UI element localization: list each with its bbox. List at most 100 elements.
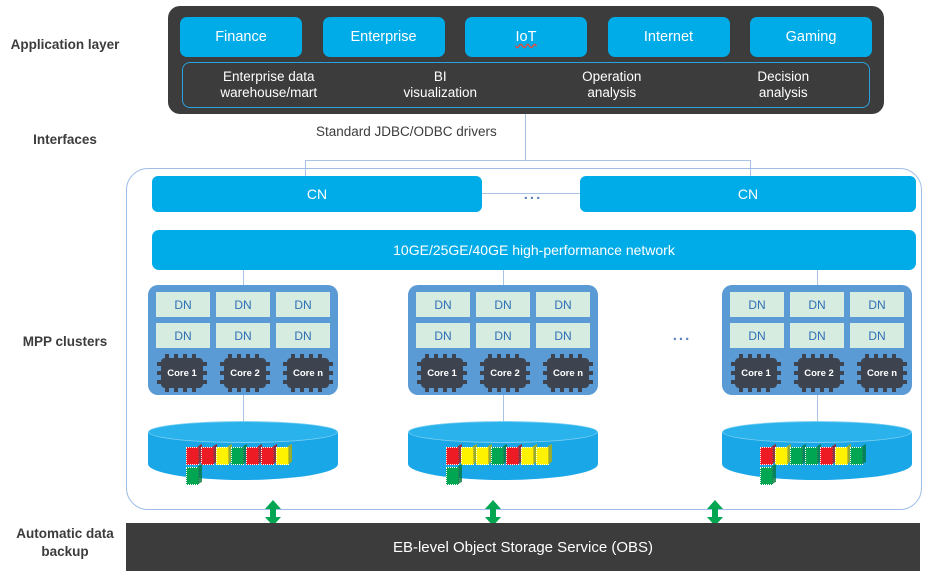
coordinator-node-ellipsis-text: ...: [523, 186, 543, 203]
dn-node[interactable]: DN: [536, 292, 590, 317]
domain-chip-gaming[interactable]: Gaming: [750, 17, 872, 57]
cpu-chip-icon[interactable]: Core 1: [731, 354, 781, 392]
high-performance-network-bar[interactable]: 10GE/25GE/40GE high-performance network: [152, 230, 916, 270]
dn-node[interactable]: DN: [476, 323, 530, 348]
cpu-chip-label-wrap: Core 2: [484, 358, 526, 388]
function-cell-enterprise-data-warehouse[interactable]: Enterprise data warehouse/mart: [183, 69, 355, 101]
dn-node[interactable]: DN: [730, 323, 784, 348]
cpu-chip-label: Core n: [866, 367, 898, 379]
node-group-3-dn-grid: DN DN DN DN DN DN: [730, 292, 904, 348]
object-storage-service-bar[interactable]: EB-level Object Storage Service (OBS): [126, 523, 920, 571]
coordinator-node-right-label: CN: [737, 186, 759, 202]
cpu-chip-label-wrap: Core n: [287, 358, 329, 388]
storage-data-block: [246, 447, 259, 465]
domain-chip-enterprise[interactable]: Enterprise: [322, 17, 445, 57]
node-group-ellipsis: ...: [662, 327, 702, 344]
function-cell-bi-visualization[interactable]: BI visualization: [355, 69, 527, 101]
function-cell-decision-analysis-line1: Decision: [757, 69, 810, 84]
storage-data-block: [850, 447, 863, 465]
node-group-1-core-row: Core 1 Core 2 Core n: [157, 354, 333, 392]
application-layer-panel: Finance Enterprise IoT Internet Gaming E…: [168, 6, 884, 114]
cpu-chip-icon[interactable]: Core 1: [417, 354, 467, 392]
function-cell-enterprise-data-warehouse-line2: warehouse/mart: [220, 85, 318, 100]
dn-node-label: DN: [868, 297, 886, 312]
dn-node-label: DN: [174, 297, 192, 312]
function-cell-enterprise-data-warehouse-line1: Enterprise data: [222, 69, 315, 84]
node-group-3: DN DN DN DN DN DN Core 1 Core 2 Core n: [722, 285, 912, 395]
dn-node-label: DN: [434, 297, 452, 312]
node-group-2-core-row: Core 1 Core 2 Core n: [417, 354, 593, 392]
database-cylinder-1[interactable]: [148, 421, 338, 491]
database-cylinder-2[interactable]: [408, 421, 598, 491]
domain-chip-finance[interactable]: Finance: [180, 17, 302, 57]
database-cylinder-3[interactable]: [722, 421, 912, 491]
dn-node[interactable]: DN: [416, 292, 470, 317]
coordinator-node-ellipsis: ...: [505, 186, 561, 203]
dn-node[interactable]: DN: [276, 292, 330, 317]
dn-node[interactable]: DN: [216, 292, 270, 317]
dn-node[interactable]: DN: [536, 323, 590, 348]
domain-chip-iot[interactable]: IoT: [465, 17, 587, 57]
coordinator-node-right[interactable]: CN: [580, 176, 916, 212]
dn-node-label: DN: [434, 328, 452, 343]
cpu-chip-icon[interactable]: Core n: [543, 354, 593, 392]
high-performance-network-label: 10GE/25GE/40GE high-performance network: [393, 242, 675, 258]
row-label-interfaces-text: Interfaces: [33, 132, 97, 147]
dn-node[interactable]: DN: [156, 323, 210, 348]
dn-node[interactable]: DN: [416, 323, 470, 348]
dn-node-label: DN: [554, 297, 572, 312]
row-label-interfaces: Interfaces: [0, 131, 130, 149]
cpu-chip-icon[interactable]: Core 2: [220, 354, 270, 392]
function-cell-bi-visualization-line1: BI: [433, 69, 447, 84]
cpu-chip-icon[interactable]: Core n: [857, 354, 907, 392]
application-function-row: Enterprise data warehouse/mart BI visual…: [182, 62, 870, 108]
cpu-chip-label-wrap: Core 2: [224, 358, 266, 388]
coordinator-node-left[interactable]: CN: [152, 176, 482, 212]
cpu-chip-label: Core 2: [804, 367, 834, 379]
dn-node-label: DN: [554, 328, 572, 343]
storage-data-block: [521, 447, 534, 465]
connector-group-3-to-storage: [817, 395, 818, 421]
connector-app-to-cn-vertical: [525, 114, 526, 161]
row-label-automatic-data-backup: Automatic data backup: [0, 525, 130, 561]
function-cell-decision-analysis[interactable]: Decision analysis: [698, 69, 870, 101]
storage-data-block: [216, 447, 229, 465]
domain-chip-enterprise-label: Enterprise: [350, 29, 417, 45]
cpu-chip-icon[interactable]: Core 1: [157, 354, 207, 392]
domain-chip-internet[interactable]: Internet: [607, 17, 730, 57]
dn-node[interactable]: DN: [216, 323, 270, 348]
dn-node[interactable]: DN: [476, 292, 530, 317]
storage-data-block: [760, 467, 773, 485]
storage-data-block: [476, 447, 489, 465]
interfaces-driver-label: Standard JDBC/ODBC drivers: [316, 124, 497, 139]
dn-node[interactable]: DN: [790, 292, 844, 317]
cpu-chip-icon[interactable]: Core 2: [480, 354, 530, 392]
cpu-chip-icon[interactable]: Core n: [283, 354, 333, 392]
dn-node[interactable]: DN: [850, 323, 904, 348]
dn-node-label: DN: [234, 297, 252, 312]
cpu-chip-label: Core 1: [427, 367, 457, 379]
domain-chip-gaming-label: Gaming: [785, 29, 837, 45]
row-label-automatic-data-backup-text: Automatic data backup: [16, 526, 114, 559]
dn-node[interactable]: DN: [156, 292, 210, 317]
domain-chip-internet-label: Internet: [643, 29, 694, 45]
domain-chip-finance-label: Finance: [215, 29, 267, 45]
node-group-2-dn-grid: DN DN DN DN DN DN: [416, 292, 590, 348]
row-label-application-layer: Application layer: [0, 36, 130, 54]
dn-node-label: DN: [234, 328, 252, 343]
dn-node[interactable]: DN: [850, 292, 904, 317]
dn-node-label: DN: [808, 328, 826, 343]
dn-node[interactable]: DN: [730, 292, 784, 317]
dn-node-label: DN: [494, 297, 512, 312]
function-cell-operation-analysis[interactable]: Operation analysis: [526, 69, 698, 101]
connector-network-to-group-2: [503, 270, 504, 285]
cpu-chip-label: Core n: [292, 367, 324, 379]
database-cylinder-3-top: [722, 421, 912, 443]
dn-node[interactable]: DN: [790, 323, 844, 348]
row-label-application-layer-text: Application layer: [10, 37, 120, 52]
object-storage-service-label: EB-level Object Storage Service (OBS): [392, 538, 654, 556]
storage-data-block: [835, 447, 848, 465]
dn-node[interactable]: DN: [276, 323, 330, 348]
connector-group-1-to-storage: [243, 395, 244, 421]
cpu-chip-icon[interactable]: Core 2: [794, 354, 844, 392]
